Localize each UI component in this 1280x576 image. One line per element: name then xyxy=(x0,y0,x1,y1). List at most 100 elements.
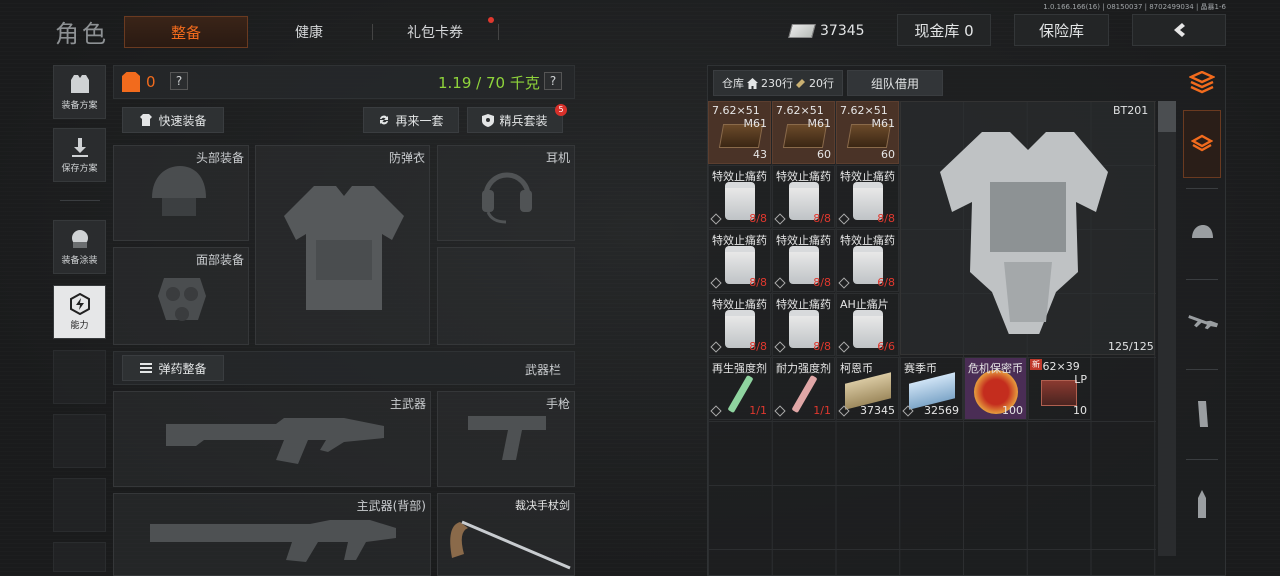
safe-label: 保险库 xyxy=(1038,21,1084,40)
slot-vest[interactable]: 防弹衣 xyxy=(255,145,430,345)
storage-item[interactable]: 7.62×51 M61 43 xyxy=(708,101,771,164)
quick-equip-button[interactable]: 快速装备 xyxy=(122,107,224,133)
shield-icon xyxy=(482,113,495,127)
storage-item[interactable]: AH止痛片 6/6 xyxy=(836,293,899,356)
storage-item[interactable]: 赛季币 32569 xyxy=(900,357,963,420)
storage-item[interactable]: 特效止痛药 8/8 xyxy=(772,165,835,228)
tab-gifts-label: 礼包卡券 xyxy=(407,25,463,41)
tab-team-borrow[interactable]: 组队借用 xyxy=(847,70,943,96)
tab-divider xyxy=(372,24,373,40)
again-button[interactable]: 再来一套 xyxy=(363,107,459,133)
storage-item[interactable]: 耐力强度剂 1/1 xyxy=(772,357,835,420)
bound-icon xyxy=(710,341,722,353)
storage-item[interactable]: 7.62×51 M61 60 xyxy=(836,101,899,164)
rifle-icon xyxy=(150,520,396,562)
elite-badge: 5 xyxy=(555,104,567,116)
category-magazine[interactable] xyxy=(1183,380,1221,448)
storage-item[interactable]: 特效止痛药 8/8 xyxy=(708,229,771,292)
page-title: 角色 xyxy=(55,20,109,48)
ammo-button[interactable]: 弹药整备 xyxy=(122,355,224,381)
slot-primary[interactable]: 主武器 xyxy=(113,391,431,487)
armor-value: 0 xyxy=(146,73,156,91)
slot-label: 主武器(背部) xyxy=(356,499,426,513)
sidebar-item-skins[interactable]: 装备涂装 xyxy=(53,220,106,274)
cash-vault-button[interactable]: 现金库 0 xyxy=(897,14,991,46)
weapon-bar-label: 武器栏 xyxy=(525,363,562,377)
elite-set-label: 精兵套装 xyxy=(499,113,548,128)
slot-pistol[interactable]: 手枪 xyxy=(437,391,575,487)
item-subname: LP xyxy=(1074,373,1087,386)
bound-icon xyxy=(710,277,722,289)
armor-icon xyxy=(122,72,140,92)
weight-help-button[interactable]: ? xyxy=(544,72,562,90)
storage-item[interactable]: 特效止痛药 8/8 xyxy=(772,293,835,356)
storage-item[interactable]: 特效止痛药 8/8 xyxy=(708,165,771,228)
storage-scrollbar-thumb[interactable] xyxy=(1158,101,1176,132)
sidebar-empty-slot xyxy=(53,350,106,404)
category-ammo[interactable] xyxy=(1183,470,1221,538)
item-count: 8/8 xyxy=(749,212,767,225)
category-armor[interactable] xyxy=(1183,110,1221,178)
slot-label: 耳机 xyxy=(545,151,570,165)
storage-item[interactable]: 7.62×39 LP 10 新 xyxy=(1028,357,1091,420)
item-name: 赛季币 xyxy=(904,362,937,375)
house-icon xyxy=(747,77,758,89)
slot-primary-back[interactable]: 主武器(背部) xyxy=(113,493,431,576)
category-divider xyxy=(1186,369,1218,370)
storage-item[interactable]: 柯恩币 37345 xyxy=(836,357,899,420)
sidebar-label: 装备涂装 xyxy=(61,256,98,266)
slot-face[interactable]: 面部装备 xyxy=(113,247,249,345)
team-borrow-label: 组队借用 xyxy=(870,76,919,91)
version-text: 1.0.166.166(16) | 08150037 | 8702499034 … xyxy=(1043,3,1226,11)
bound-icon xyxy=(774,277,786,289)
item-name: 特效止痛药 xyxy=(712,234,767,247)
preview-name: BT201 xyxy=(1113,104,1149,117)
tab-divider-2 xyxy=(498,24,499,40)
bullet-icon xyxy=(1198,490,1206,518)
item-count: 6/6 xyxy=(877,340,895,353)
storage-rows-2: 20行 xyxy=(809,77,834,90)
category-helmet[interactable] xyxy=(1183,200,1221,268)
rifle-icon xyxy=(166,418,384,464)
storage-item[interactable]: 再生强度剂 1/1 xyxy=(708,357,771,420)
item-count: 60 xyxy=(817,148,831,161)
slot-head[interactable]: 头部装备 xyxy=(113,145,249,241)
storage-item[interactable]: 7.62×51 M61 60 xyxy=(772,101,835,164)
help-button[interactable]: ? xyxy=(170,72,188,90)
elite-set-button[interactable]: 精兵套装 xyxy=(467,107,563,133)
tab-loadout-label: 整备 xyxy=(170,23,201,42)
storage-item[interactable]: 特效止痛药 8/8 xyxy=(772,229,835,292)
item-name: 特效止痛药 xyxy=(840,234,895,247)
item-count: 100 xyxy=(1002,404,1023,417)
storage-item[interactable]: 危机保密币 100 xyxy=(964,357,1027,420)
item-count: 8/8 xyxy=(749,276,767,289)
tab-storage[interactable]: 仓库 230行 20行 xyxy=(713,70,843,96)
chevron-left-icon xyxy=(1174,23,1185,37)
storage-item[interactable]: 特效止痛药 8/8 xyxy=(708,293,771,356)
tab-health[interactable]: 健康 xyxy=(260,16,358,48)
category-weapon[interactable] xyxy=(1183,290,1221,358)
safe-button[interactable]: 保险库 xyxy=(1014,14,1109,46)
vest-icon xyxy=(284,186,404,310)
storage-item[interactable]: 特效止痛药 8/8 xyxy=(836,165,899,228)
item-count: 8/8 xyxy=(749,340,767,353)
tab-loadout[interactable]: 整备 xyxy=(124,16,248,48)
item-count: 8/8 xyxy=(813,340,831,353)
sidebar-item-plans[interactable]: 装备方案 xyxy=(53,65,106,119)
storage-item[interactable]: 特效止痛药 6/8 xyxy=(836,229,899,292)
money-value: 37345 xyxy=(820,23,865,39)
category-all[interactable] xyxy=(1183,65,1221,101)
sidebar-item-ability[interactable]: 能力 xyxy=(53,285,106,339)
bound-icon xyxy=(774,341,786,353)
slot-ear[interactable]: 耳机 xyxy=(437,145,575,241)
item-name: 7.62×51 xyxy=(776,104,824,117)
again-label: 再来一套 xyxy=(395,113,444,128)
sidebar-item-save[interactable]: 保存方案 xyxy=(53,128,106,182)
storage-scrollbar-track[interactable] xyxy=(1158,101,1176,556)
item-count: 8/8 xyxy=(877,212,895,225)
slot-melee[interactable]: 裁决手杖剑 xyxy=(437,493,575,576)
help-label: ? xyxy=(549,74,557,88)
tab-gifts[interactable]: 礼包卡券 xyxy=(386,16,484,48)
back-button[interactable] xyxy=(1132,14,1226,46)
slot-extra[interactable] xyxy=(437,247,575,345)
